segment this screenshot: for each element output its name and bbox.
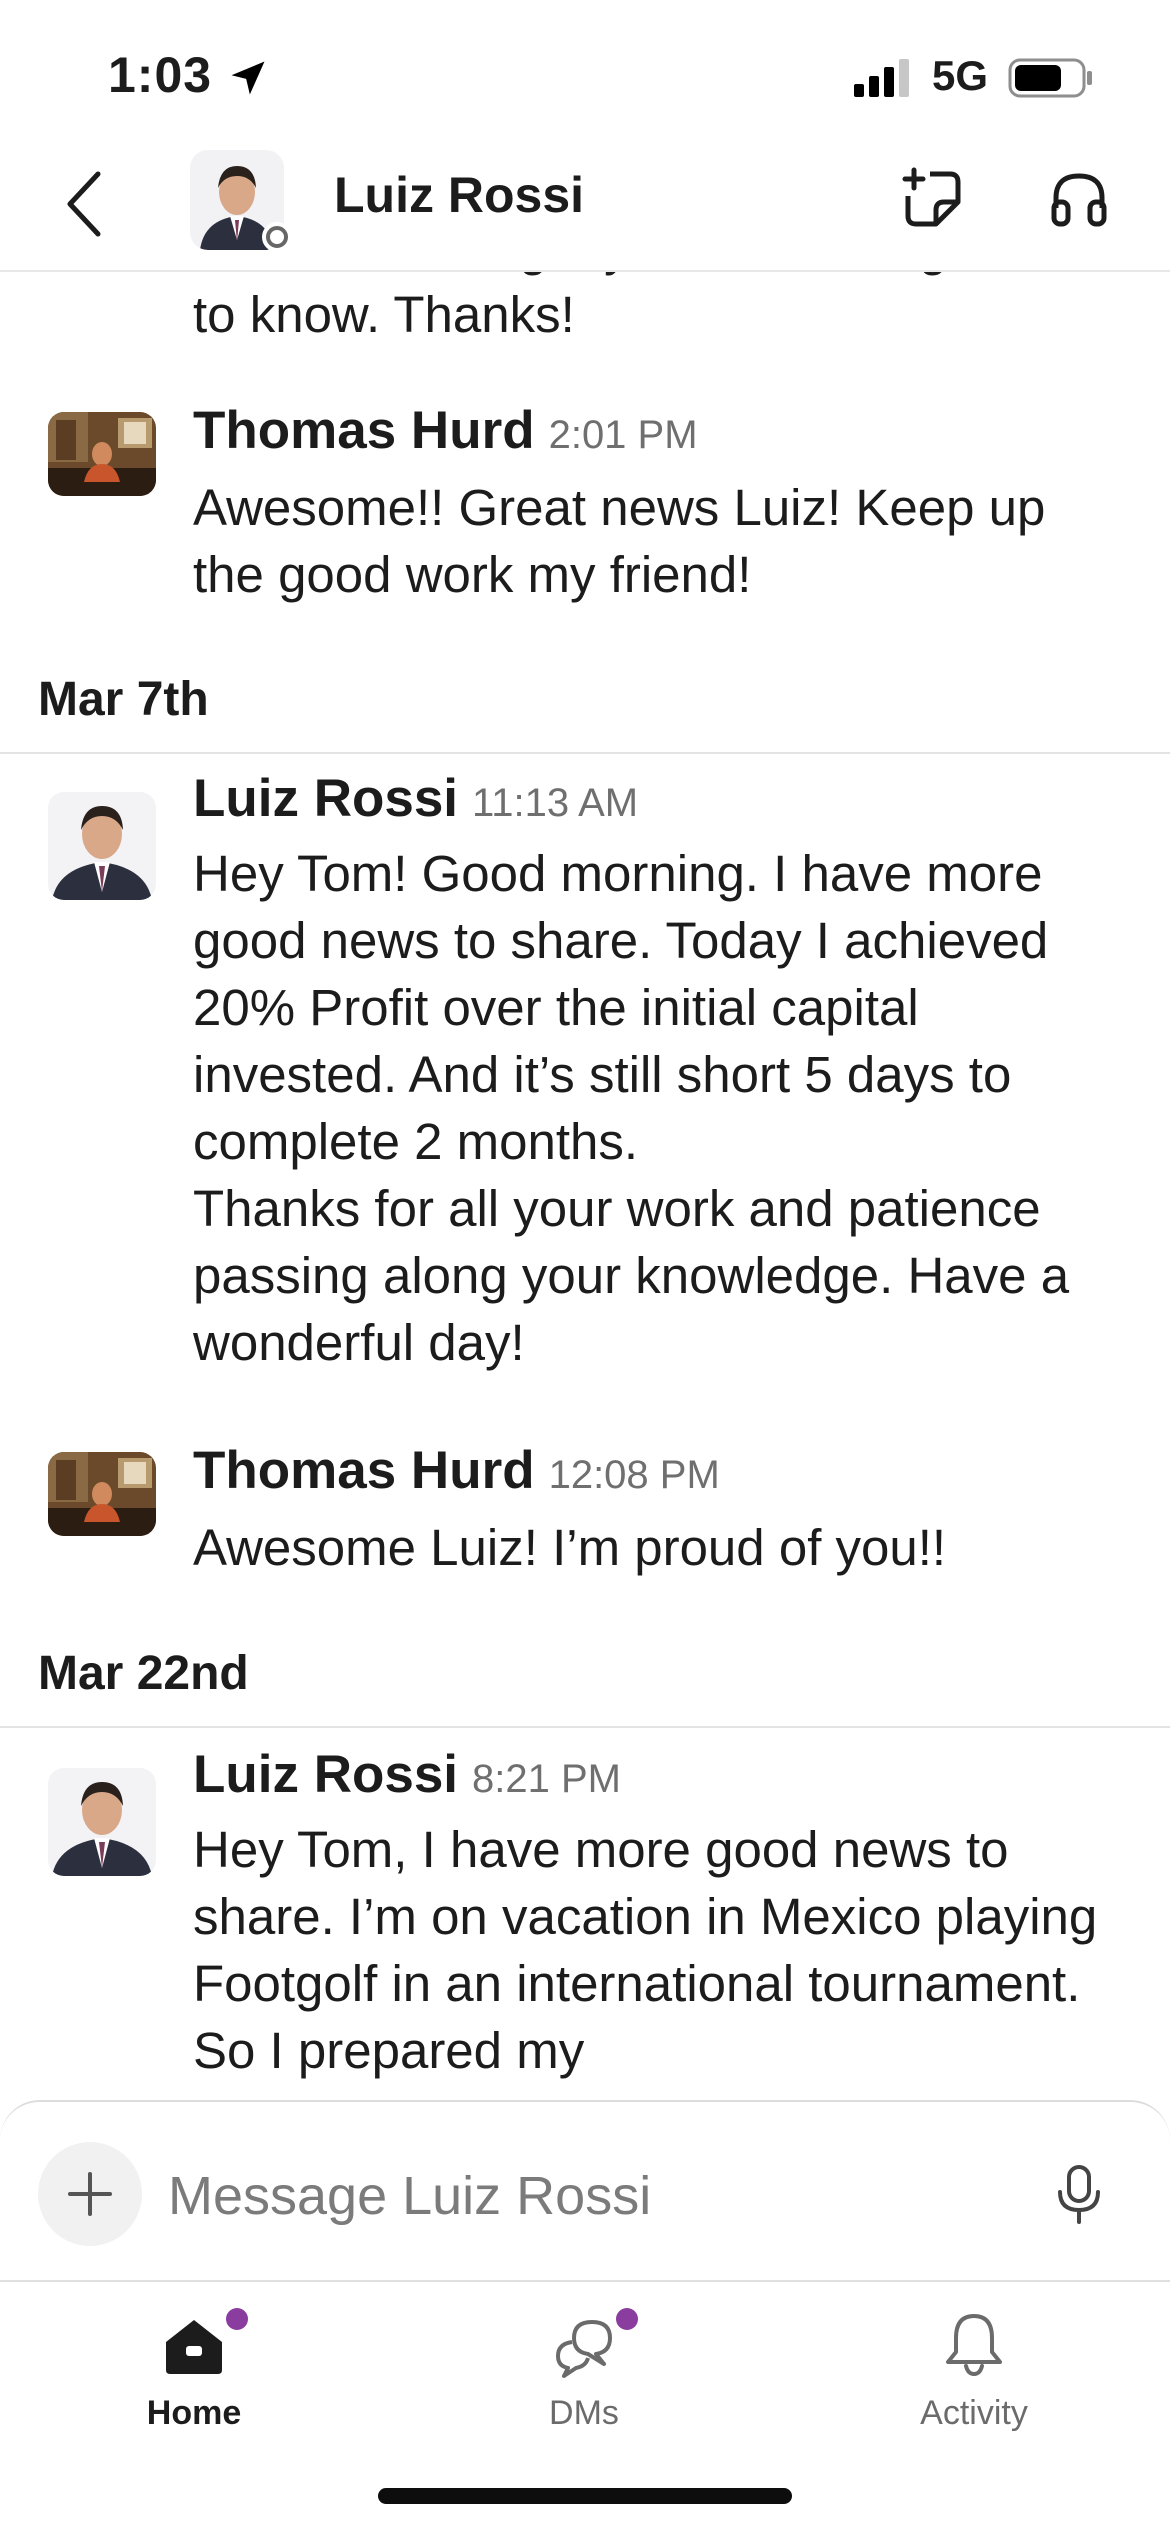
message-timestamp: 11:13 AM (472, 781, 639, 825)
message-list[interactable]: amount. I thought you would be glad to k… (0, 272, 1170, 2102)
day-separator: Mar 22nd (0, 1638, 1170, 1728)
message-input[interactable] (168, 2158, 1028, 2234)
author-name[interactable]: Thomas Hurd (193, 1441, 535, 1500)
headphones-icon[interactable] (1048, 168, 1110, 230)
status-time: 1:03 (108, 47, 213, 103)
message-author[interactable]: Luiz Rossi 11:13 AM (193, 768, 638, 829)
message-body: Hey Tom! Good morning. I have more good … (193, 845, 1070, 1371)
back-chevron-icon[interactable] (60, 168, 108, 240)
message-body: Awesome!! Great news Luiz! Keep up the g… (193, 479, 1046, 603)
luiz-avatar[interactable] (48, 792, 156, 900)
message-author[interactable]: Thomas Hurd 2:01 PM (193, 400, 698, 461)
message-body: Awesome Luiz! I’m proud of you!! (193, 1519, 947, 1576)
network-type: 5G (932, 52, 989, 99)
presence-status-icon (262, 222, 292, 252)
day-separator: Mar 7th (0, 664, 1170, 754)
message-author[interactable]: Thomas Hurd 12:08 PM (193, 1440, 720, 1501)
home-icon (166, 2320, 222, 2374)
tab-activity[interactable]: Activity (854, 2308, 1094, 2458)
tab-home[interactable]: Home (74, 2308, 314, 2458)
message-timestamp: 2:01 PM (548, 413, 698, 457)
partial-line-2: to know. Thanks! (193, 286, 575, 343)
conversation-header: Luiz Rossi (0, 130, 1170, 272)
location-arrow-icon (231, 61, 265, 95)
tab-label: Activity (920, 2394, 1028, 2432)
message-body: Hey Tom, I have more good news to share.… (193, 1821, 1098, 2079)
dms-icon (556, 2320, 612, 2378)
home-badge-dot (226, 2308, 248, 2330)
message-timestamp: 12:08 PM (548, 1453, 720, 1497)
tab-label: DMs (549, 2394, 619, 2432)
status-bar: 1:03 5G (0, 0, 1170, 150)
luiz-avatar[interactable] (48, 1768, 156, 1876)
bell-icon (946, 2314, 1002, 2377)
partial-message: amount. I thought you would be glad to k… (193, 272, 1123, 348)
attach-button[interactable] (38, 2142, 142, 2246)
microphone-icon[interactable] (1052, 2164, 1106, 2226)
battery-icon (1008, 58, 1092, 98)
canvas-icon[interactable] (900, 166, 966, 232)
author-name[interactable]: Luiz Rossi (193, 1745, 458, 1804)
author-name[interactable]: Luiz Rossi (193, 769, 458, 828)
thomas-avatar[interactable] (48, 1452, 156, 1536)
dms-badge-dot (616, 2308, 638, 2330)
partial-line-1: amount. I thought you would be glad (193, 272, 1123, 281)
tab-label: Home (146, 2394, 242, 2432)
message-timestamp: 8:21 PM (472, 1757, 621, 1801)
day-separator-label: Mar 22nd (38, 1647, 249, 1700)
author-name[interactable]: Thomas Hurd (193, 401, 535, 460)
cellular-signal-icon (854, 59, 909, 97)
message-composer (0, 2100, 1170, 2280)
message-author[interactable]: Luiz Rossi 8:21 PM (193, 1744, 621, 1805)
day-separator-label: Mar 7th (38, 673, 209, 726)
thomas-avatar[interactable] (48, 412, 156, 496)
tab-dms[interactable]: DMs (464, 2308, 704, 2458)
plus-icon (68, 2172, 112, 2216)
conversation-title[interactable]: Luiz Rossi (334, 166, 584, 224)
home-indicator[interactable] (378, 2488, 792, 2504)
